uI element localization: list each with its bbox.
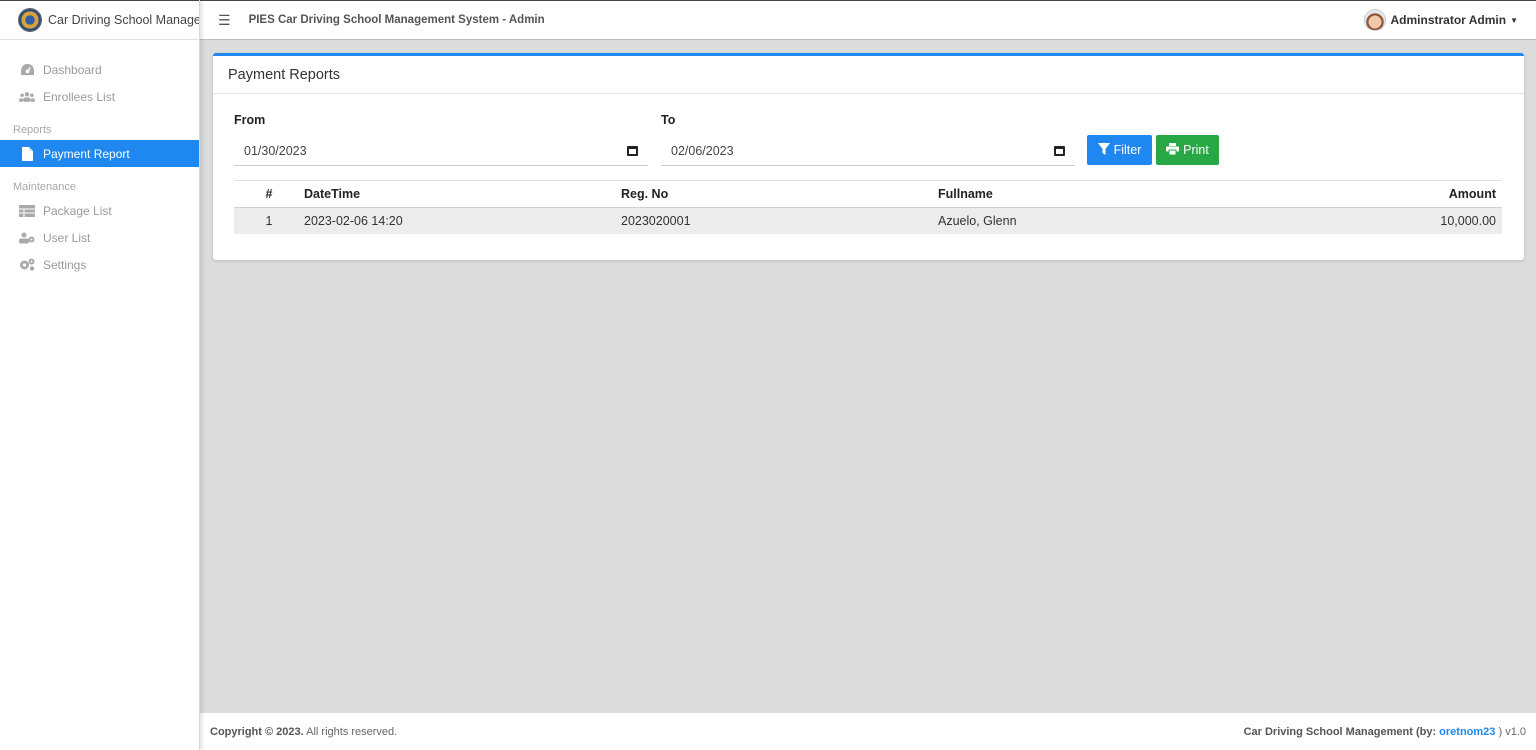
footer: Copyright © 2023. All rights reserved. C…	[200, 713, 1536, 750]
sidebar: Car Driving School Management Dashboard …	[0, 0, 200, 750]
sidebar-item-enrollees[interactable]: Enrollees List	[0, 83, 199, 110]
avatar	[1363, 9, 1386, 31]
cell-fullname: Azuelo, Glenn	[938, 213, 1017, 228]
file-icon	[19, 146, 35, 161]
copyright-year: Copyright © 2023.	[210, 725, 304, 738]
sidebar-item-label: Settings	[43, 257, 87, 272]
sidebar-item-payment-report[interactable]: Payment Report	[0, 140, 199, 167]
from-label: From	[234, 113, 266, 127]
user-menu[interactable]: Adminstrator Admin ▼	[1363, 9, 1518, 31]
from-date-input[interactable]: 01/30/2023	[234, 136, 648, 166]
sidebar-item-label: Enrollees List	[43, 89, 116, 104]
sidebar-item-dashboard[interactable]: Dashboard	[0, 56, 199, 83]
from-date-value: 01/30/2023	[244, 143, 307, 158]
card-title: Payment Reports	[213, 56, 1524, 94]
brand-name: Car Driving School Management	[48, 13, 199, 27]
table-icon	[19, 204, 35, 218]
app-credit: Car Driving School Management (by:	[1243, 725, 1440, 738]
table-header-row: # DateTime Reg. No Fullname Amount	[234, 180, 1502, 208]
payments-table: # DateTime Reg. No Fullname Amount 1 202…	[234, 180, 1502, 234]
filter-label: Filter	[1113, 143, 1142, 157]
footer-credits: Car Driving School Management (by: oretn…	[1244, 726, 1526, 738]
version-text: ) v1.0	[1495, 725, 1526, 738]
dashboard-icon	[19, 63, 35, 77]
to-date-value: 02/06/2023	[671, 143, 734, 158]
print-button[interactable]: Print	[1156, 135, 1219, 165]
cell-number: 1	[265, 213, 273, 228]
user-name: Adminstrator Admin	[1390, 13, 1507, 27]
print-icon	[1166, 142, 1180, 158]
filter-button[interactable]: Filter	[1087, 135, 1152, 165]
filter-icon	[1097, 142, 1110, 158]
copyright-text: Copyright © 2023. All rights reserved.	[210, 726, 397, 738]
sidebar-item-label: Package List	[43, 203, 112, 218]
sidebar-item-settings[interactable]: Settings	[0, 251, 199, 278]
sidebar-item-label: Payment Report	[43, 146, 130, 161]
calendar-icon[interactable]	[627, 145, 638, 156]
calendar-icon[interactable]	[1054, 145, 1065, 156]
menu-toggle-icon[interactable]: ☰	[218, 12, 231, 29]
payment-reports-card: Payment Reports From To 01/30/2023 02/06…	[213, 53, 1524, 260]
sidebar-item-label: User List	[43, 230, 91, 245]
column-header-fullname: Fullname	[938, 180, 1255, 208]
filter-form: From To 01/30/2023 02/06/2023 Filter Pri…	[213, 94, 1524, 178]
column-header-reg-no: Reg. No	[621, 180, 938, 208]
users-icon	[19, 90, 35, 104]
table-row: 1 2023-02-06 14:20 2023020001 Azuelo, Gl…	[234, 207, 1502, 234]
sidebar-item-label: Dashboard	[43, 62, 102, 77]
column-header-number: #	[234, 180, 304, 208]
user-cog-icon	[19, 231, 35, 245]
column-header-amount: Amount	[1254, 180, 1502, 208]
school-logo-icon	[18, 8, 42, 32]
cell-reg-no: 2023020001	[621, 213, 691, 228]
sidebar-item-user-list[interactable]: User List	[0, 224, 199, 251]
print-label: Print	[1183, 143, 1209, 157]
system-title: PIES Car Driving School Management Syste…	[248, 14, 545, 26]
author-link[interactable]: oretnom23	[1439, 726, 1495, 738]
column-header-datetime: DateTime	[304, 180, 621, 208]
cogs-icon	[19, 258, 35, 272]
to-label: To	[661, 113, 676, 127]
cell-datetime: 2023-02-06 14:20	[304, 213, 403, 228]
brand-link[interactable]: Car Driving School Management	[0, 0, 199, 40]
top-navbar: ☰ PIES Car Driving School Management Sys…	[200, 0, 1536, 40]
cell-amount: 10,000.00	[1440, 213, 1496, 228]
nav-header-reports: Reports	[13, 124, 52, 136]
rights-text: All rights reserved.	[303, 725, 398, 738]
sidebar-item-package-list[interactable]: Package List	[0, 197, 199, 224]
sidebar-nav: Dashboard Enrollees List Reports Payment…	[0, 40, 199, 278]
to-date-input[interactable]: 02/06/2023	[661, 136, 1075, 166]
chevron-down-icon: ▼	[1510, 15, 1518, 25]
nav-header-maintenance: Maintenance	[13, 181, 76, 193]
